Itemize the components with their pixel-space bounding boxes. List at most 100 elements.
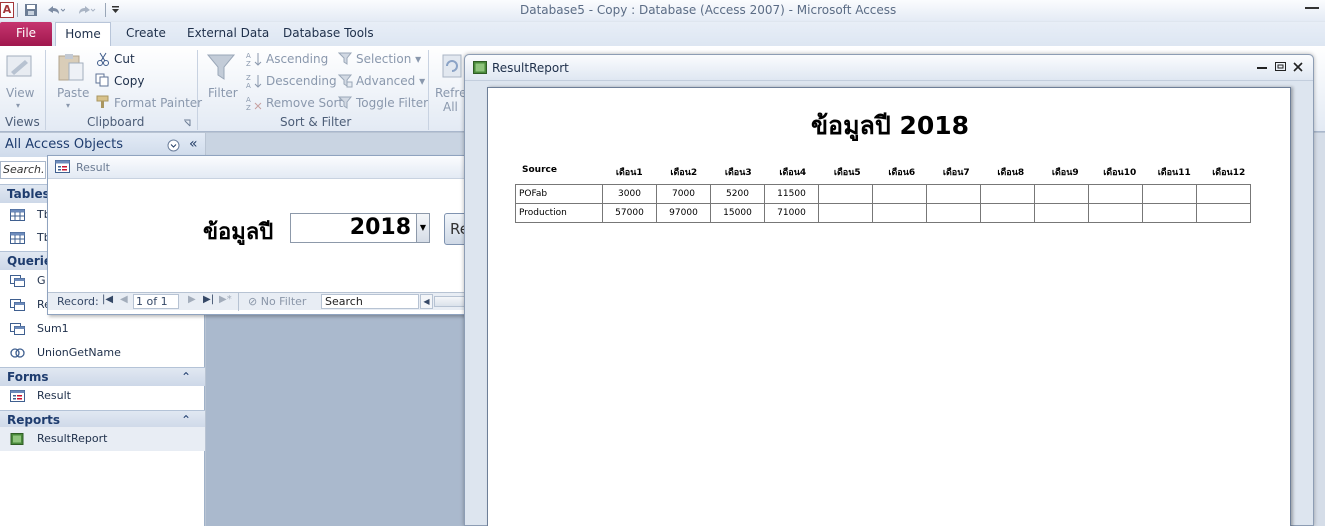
report-cell-value — [926, 184, 981, 204]
no-filter-button[interactable]: ⊘ No Filter — [248, 295, 306, 308]
report-cell-source: Production — [515, 203, 603, 223]
cut-button[interactable]: Cut — [114, 52, 135, 66]
svg-text:A: A — [246, 82, 251, 89]
tab-external-data[interactable]: External Data — [174, 22, 282, 46]
report-col-header-source: Source — [522, 165, 557, 175]
view-button[interactable]: View — [6, 86, 34, 100]
report-window-resultreport[interactable]: ResultReport ข้อมูลปี 2018 Source เดือน1 เ… — [464, 54, 1314, 526]
remove-sort-icon[interactable]: AZ — [246, 95, 262, 111]
refresh-all-button[interactable]: Refre All — [435, 86, 466, 114]
form-window-result[interactable]: Result ข้อมูลปี 2018 ▼ Re Record: |◀ ◀ 1… — [47, 155, 474, 315]
nav-menu-dropdown-icon[interactable] — [167, 139, 180, 152]
tab-database-tools[interactable]: Database Tools — [270, 22, 387, 46]
redo-icon[interactable] — [76, 3, 96, 17]
svg-text:A: A — [246, 96, 251, 104]
new-record-icon[interactable]: ▶* — [219, 294, 232, 305]
access-app-icon[interactable]: A — [0, 2, 14, 18]
remove-sort-button[interactable]: Remove Sort — [266, 96, 343, 110]
restore-icon[interactable] — [1275, 62, 1286, 72]
report-cell-value — [980, 203, 1035, 223]
copy-button[interactable]: Copy — [114, 74, 144, 88]
report-heading: ข้อมูลปี 2018 — [810, 111, 970, 140]
report-table: POFab 3000 7000 5200 11500 Production 57000 970… — [515, 184, 1251, 223]
query-icon — [10, 299, 25, 311]
nav-form-item[interactable]: Result — [0, 384, 205, 408]
report-title-bar[interactable]: ResultReport — [465, 55, 1313, 81]
view-icon[interactable] — [5, 52, 35, 82]
refresh-all-icon[interactable] — [441, 52, 463, 82]
paste-icon[interactable] — [56, 52, 86, 82]
report-col-header-month: เดือน8 — [997, 168, 1025, 178]
report-cell-value — [1088, 184, 1143, 204]
tab-home[interactable]: Home — [55, 22, 111, 47]
nav-query-item[interactable]: Sum1 — [0, 317, 205, 341]
no-filter-icon: ⊘ — [248, 295, 258, 308]
svg-text:A: A — [246, 52, 251, 60]
view-dropdown-icon[interactable]: ▾ — [16, 99, 20, 113]
nav-query-item[interactable]: UnionGetName — [0, 341, 205, 365]
nav-search-input[interactable]: Search... — [0, 161, 46, 179]
advanced-button[interactable]: Advanced ▾ — [356, 74, 425, 88]
paste-button[interactable]: Paste — [57, 86, 89, 100]
toggle-filter-button[interactable]: Toggle Filter — [356, 96, 428, 110]
report-cell-value: 15000 — [710, 203, 765, 223]
report-cell-value: 71000 — [764, 203, 819, 223]
table-icon — [10, 209, 25, 221]
report-cell-value — [1196, 184, 1251, 204]
record-search-input[interactable]: Search — [321, 294, 419, 309]
descending-icon[interactable]: ZA — [246, 73, 262, 89]
clipboard-launcher-icon[interactable] — [183, 119, 191, 127]
qat-customize-icon[interactable] — [111, 5, 121, 15]
format-painter-button[interactable]: Format Painter — [114, 96, 202, 110]
filter-button[interactable]: Filter — [208, 86, 238, 100]
horizontal-scrollbar-thumb[interactable] — [434, 296, 466, 307]
svg-text:Z: Z — [246, 104, 251, 111]
descending-button[interactable]: Descending — [266, 74, 337, 88]
format-painter-icon[interactable] — [95, 95, 110, 109]
filter-icon[interactable] — [206, 52, 236, 82]
tab-create[interactable]: Create — [113, 22, 179, 46]
toggle-filter-icon[interactable] — [338, 95, 353, 110]
minimize-icon[interactable] — [1305, 6, 1319, 9]
report-cell-value — [818, 203, 873, 223]
year-combobox[interactable]: 2018 ▼ — [290, 213, 430, 243]
shutter-bar-close-icon[interactable]: « — [189, 136, 198, 152]
advanced-icon[interactable] — [338, 73, 353, 88]
report-cell-value: 7000 — [656, 184, 711, 204]
form-title: Result — [76, 161, 110, 174]
svg-text:Z: Z — [246, 60, 251, 67]
save-icon[interactable] — [24, 3, 38, 17]
paste-dropdown-icon[interactable]: ▾ — [66, 99, 70, 113]
last-record-icon[interactable]: ▶| — [203, 294, 214, 305]
form-title-bar[interactable]: Result — [48, 156, 466, 179]
report-col-header-month: เดือน12 — [1212, 168, 1246, 178]
report-cell-value: 3000 — [602, 184, 657, 204]
year-combobox-value: 2018 — [349, 215, 411, 240]
ascending-icon[interactable]: AZ — [246, 51, 262, 67]
report-header-row: Source เดือน1 เดือน2 เดือน3 เดือน4 เดือน5 เดือ… — [515, 165, 1256, 179]
selection-icon[interactable] — [338, 51, 353, 66]
minimize-icon[interactable] — [1257, 67, 1267, 69]
nav-report-item[interactable]: ResultReport — [0, 427, 205, 451]
close-icon[interactable] — [1293, 62, 1303, 72]
svg-text:Z: Z — [246, 74, 251, 82]
previous-record-icon[interactable]: ◀ — [120, 294, 128, 305]
current-record-field[interactable]: 1 of 1 — [133, 294, 179, 309]
selection-button[interactable]: Selection ▾ — [356, 52, 421, 66]
scroll-left-icon[interactable]: ◀ — [420, 294, 433, 309]
form-icon — [55, 160, 70, 173]
ascending-button[interactable]: Ascending — [266, 52, 328, 66]
cut-icon[interactable] — [96, 52, 110, 66]
copy-icon[interactable] — [95, 73, 110, 87]
union-query-icon — [10, 348, 25, 358]
form-icon — [10, 390, 25, 402]
report-cell-value — [1034, 203, 1089, 223]
year-dropdown-icon[interactable]: ▼ — [416, 214, 429, 242]
undo-icon[interactable] — [45, 3, 65, 17]
report-col-header-month: เดือน6 — [888, 168, 916, 178]
next-record-icon[interactable]: ▶ — [188, 294, 196, 305]
tab-file[interactable]: File — [0, 22, 52, 46]
report-title: ResultReport — [492, 61, 569, 75]
first-record-icon[interactable]: |◀ — [102, 294, 113, 305]
report-row: Production 57000 97000 15000 71000 — [515, 203, 1251, 223]
